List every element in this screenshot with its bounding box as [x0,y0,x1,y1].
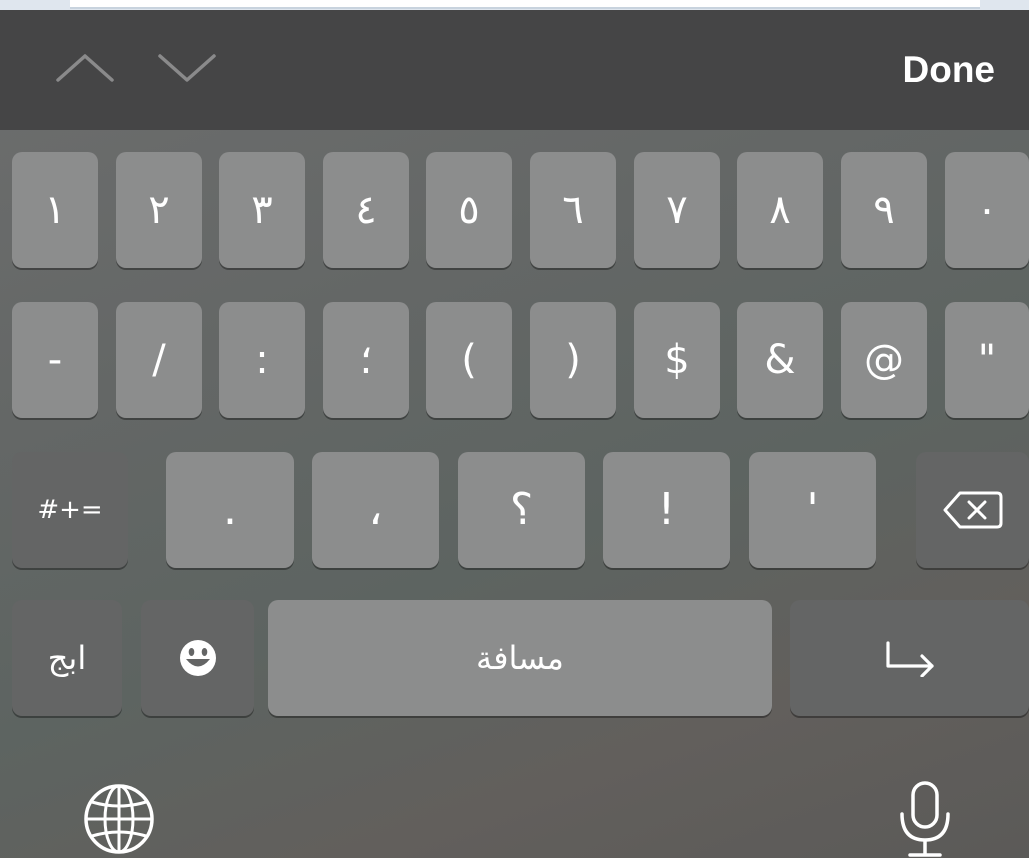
key-label: $ [664,337,690,383]
key-ampersand[interactable]: & [737,302,823,418]
key-digit-3[interactable]: ٣ [219,152,305,268]
key-label: ٧ [666,187,688,233]
emoji-key[interactable] [141,600,254,716]
key-label: & [764,337,796,383]
key-digit-2[interactable]: ٢ [116,152,202,268]
symbol-row: - / : ؛ ( ) $ & @ " [0,302,1029,418]
key-label: ٥ [458,187,480,233]
key-open-paren[interactable]: ( [426,302,512,418]
key-close-paren[interactable]: ) [530,302,616,418]
punctuation-row: #+= . ، ؟ ! ' [0,452,1029,568]
delete-key[interactable] [916,452,1029,568]
key-label: ؟ [509,484,534,535]
key-arabic-comma[interactable]: ، [312,452,439,568]
key-label: / [152,337,166,383]
key-digit-6[interactable]: ٦ [530,152,616,268]
key-digit-9[interactable]: ٩ [841,152,927,268]
key-label: ! [657,484,676,535]
key-label: . [223,484,237,535]
key-label: ٩ [873,187,895,233]
text-field-edge [0,0,1029,10]
key-digit-4[interactable]: ٤ [323,152,409,268]
symbols-toggle-key[interactable]: #+= [12,452,128,568]
chevron-down-icon[interactable] [157,48,217,88]
key-label: ' [806,484,819,535]
key-digit-0[interactable]: ٠ [945,152,1029,268]
key-apostrophe[interactable]: ' [749,452,876,568]
keyboard-screen: Done ١ ٢ ٣ ٤ ٥ ٦ ٧ ٨ ٩ ٠ - / : ؛ ( ) $ &… [0,0,1029,858]
chevron-up-icon[interactable] [55,48,115,88]
key-period[interactable]: . [166,452,294,568]
key-label: ٦ [562,187,584,233]
text-field[interactable] [70,0,980,9]
space-key[interactable]: مسافة [268,600,772,716]
key-at[interactable]: @ [841,302,927,418]
key-slash[interactable]: / [116,302,202,418]
return-key[interactable] [790,600,1029,716]
microphone-icon[interactable] [896,780,954,858]
key-label: ٠ [976,187,998,233]
key-label: @ [864,337,904,383]
key-label: ) [565,337,581,383]
key-label: ٤ [355,187,377,233]
key-label: ( [461,337,477,383]
key-arabic-question[interactable]: ؟ [458,452,585,568]
backspace-icon [943,491,1002,529]
key-label: : [255,337,269,383]
key-label: ابج [47,639,87,677]
key-digit-8[interactable]: ٨ [737,152,823,268]
key-label: ٣ [251,187,273,233]
bottom-key-row: ابج مسافة [0,600,1029,716]
key-hyphen[interactable]: - [12,302,98,418]
key-label: ٨ [769,187,791,233]
key-label: مسافة [476,639,564,677]
letters-toggle-key[interactable]: ابج [12,600,122,716]
key-exclamation[interactable]: ! [603,452,730,568]
key-label: #+= [37,495,103,525]
globe-icon[interactable] [82,782,156,858]
key-quote[interactable]: " [945,302,1029,418]
key-label: - [47,337,63,383]
keyboard-toolbar: Done [0,10,1029,130]
key-label: ٢ [148,187,170,233]
done-button[interactable]: Done [903,48,996,92]
keyboard: ١ ٢ ٣ ٤ ٥ ٦ ٧ ٨ ٩ ٠ - / : ؛ ( ) $ & @ " … [0,130,1029,858]
key-digit-1[interactable]: ١ [12,152,98,268]
key-arabic-semicolon[interactable]: ؛ [323,302,409,418]
emoji-icon [179,640,216,676]
key-colon[interactable]: : [219,302,305,418]
return-icon [885,641,934,677]
key-label: ؛ [359,337,373,383]
digit-row: ١ ٢ ٣ ٤ ٥ ٦ ٧ ٨ ٩ ٠ [0,152,1029,268]
key-digit-5[interactable]: ٥ [426,152,512,268]
key-label: ١ [44,187,66,233]
key-label: " [977,337,997,383]
key-digit-7[interactable]: ٧ [634,152,720,268]
key-dollar[interactable]: $ [634,302,720,418]
key-label: ، [368,484,383,535]
